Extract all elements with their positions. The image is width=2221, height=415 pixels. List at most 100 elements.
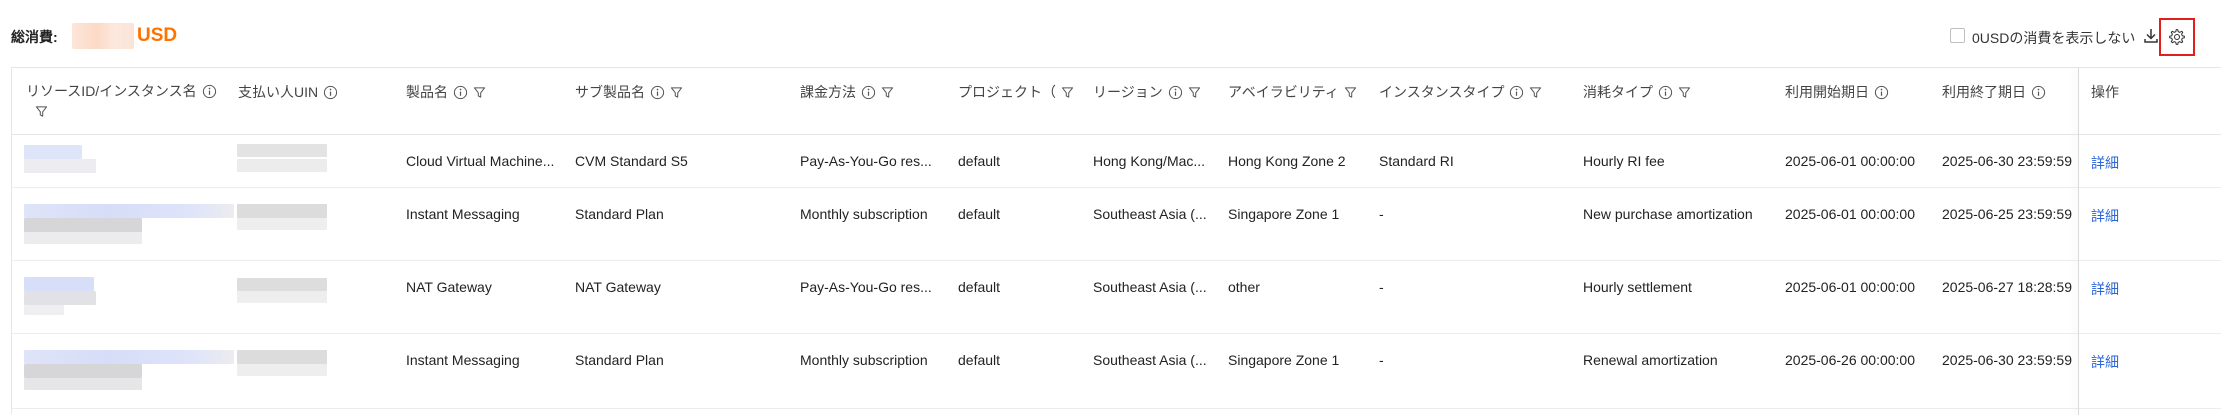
region: Hong Kong/Mac... <box>1093 153 1206 169</box>
resource-id-redacted <box>24 378 142 390</box>
info-circle-icon[interactable] <box>2031 85 2046 100</box>
filter-icon[interactable] <box>1188 86 1201 99</box>
project: default <box>958 206 1001 222</box>
info-circle-icon[interactable] <box>323 85 338 100</box>
project: default <box>958 352 1001 368</box>
sub-product-name: Standard Plan <box>575 352 664 368</box>
billing-method: Monthly subscription <box>800 352 928 368</box>
gear-icon <box>2169 29 2185 45</box>
column-settings-button[interactable] <box>2159 18 2195 56</box>
info-circle-icon[interactable] <box>861 85 876 100</box>
consumption-type: Hourly RI fee <box>1583 153 1665 169</box>
info-circle-icon[interactable] <box>453 85 468 100</box>
column-label: 製品名 <box>406 84 448 100</box>
resource-id-redacted <box>24 232 142 244</box>
filter-icon[interactable] <box>1678 86 1691 99</box>
start-date: 2025-06-01 00:00:00 <box>1785 206 1915 222</box>
column-header-consumption-type: 消耗タイプ <box>1583 82 1691 102</box>
column-label: リージョン <box>1093 84 1163 100</box>
column-header-product: 製品名 <box>406 82 486 102</box>
billing-details-table: リソースID/インスタンス名 支払い人UIN 製品名 サブ製品名 課金方法 プロ… <box>11 67 2221 415</box>
info-circle-icon[interactable] <box>650 85 665 100</box>
payer-uin-redacted <box>237 204 327 218</box>
product-name: Instant Messaging <box>406 352 520 368</box>
instance-type: - <box>1379 279 1384 295</box>
end-date: 2025-06-27 18:28:59 <box>1942 279 2072 295</box>
consumption-type: Renewal amortization <box>1583 352 1718 368</box>
billing-method: Pay-As-You-Go res... <box>800 279 932 295</box>
sub-product-name: Standard Plan <box>575 206 664 222</box>
column-header-payer-uin: 支払い人UIN <box>238 82 338 102</box>
filter-icon[interactable] <box>1529 86 1542 99</box>
column-header-project: プロジェクト（ <box>958 82 1074 102</box>
filter-icon[interactable] <box>35 105 48 121</box>
total-cost-amount-redacted <box>72 23 134 49</box>
info-circle-icon[interactable] <box>1168 85 1183 100</box>
table-row: Instant Messaging Standard Plan Monthly … <box>12 334 2221 409</box>
resource-id-redacted <box>24 305 64 315</box>
details-link[interactable]: 詳細 <box>2091 279 2119 299</box>
availability-zone: Hong Kong Zone 2 <box>1228 153 1346 169</box>
sub-product-name: CVM Standard S5 <box>575 153 688 169</box>
column-label: アベイラビリティ <box>1228 84 1339 100</box>
availability-zone: Singapore Zone 1 <box>1228 206 1340 222</box>
hide-zero-label[interactable]: 0USDの消費を表示しない <box>1972 28 2135 48</box>
payer-uin-redacted <box>237 144 327 157</box>
column-label: 支払い人UIN <box>238 84 319 100</box>
payer-uin-redacted <box>237 278 327 291</box>
column-label: サブ製品名 <box>575 84 645 100</box>
consumption-type: New purchase amortization <box>1583 206 1753 222</box>
details-link[interactable]: 詳細 <box>2091 206 2119 226</box>
end-date: 2025-06-30 23:59:59 <box>1942 352 2072 368</box>
payer-uin-redacted <box>237 364 327 376</box>
table-row: NAT Gateway NAT Gateway Pay-As-You-Go re… <box>12 261 2221 334</box>
availability-zone: Singapore Zone 1 <box>1228 352 1340 368</box>
details-link[interactable]: 詳細 <box>2091 153 2119 173</box>
resource-id-redacted <box>24 159 96 173</box>
payer-uin-redacted <box>237 218 327 230</box>
resource-id-redacted <box>24 204 234 218</box>
start-date: 2025-06-01 00:00:00 <box>1785 153 1915 169</box>
end-date: 2025-06-25 23:59:59 <box>1942 206 2072 222</box>
column-label: 課金方法 <box>800 84 856 100</box>
total-cost-currency: USD <box>137 25 178 46</box>
billing-method: Monthly subscription <box>800 206 928 222</box>
table-header: リソースID/インスタンス名 支払い人UIN 製品名 サブ製品名 課金方法 プロ… <box>12 68 2221 135</box>
hide-zero-checkbox[interactable] <box>1950 28 1965 43</box>
filter-icon[interactable] <box>473 86 486 99</box>
column-label: 操作 <box>2091 84 2119 100</box>
column-header-instance-type: インスタンスタイプ <box>1379 82 1542 102</box>
sub-product-name: NAT Gateway <box>575 279 661 295</box>
payer-uin-redacted <box>237 159 327 172</box>
column-header-sub-product: サブ製品名 <box>575 82 683 102</box>
billing-method: Pay-As-You-Go res... <box>800 153 932 169</box>
details-link[interactable]: 詳細 <box>2091 352 2119 372</box>
column-header-availability-zone: アベイラビリティ <box>1228 82 1357 102</box>
resource-id-redacted <box>24 218 142 232</box>
instance-type: - <box>1379 206 1384 222</box>
filter-icon[interactable] <box>1061 86 1074 99</box>
column-header-end-date: 利用終了期日 <box>1942 82 2046 102</box>
column-header-start-date: 利用開始期日 <box>1785 82 1889 102</box>
table-row: Instant Messaging Standard Plan Monthly … <box>12 188 2221 261</box>
payer-uin-redacted <box>237 291 327 303</box>
resource-id-redacted <box>24 145 82 159</box>
project: default <box>958 279 1001 295</box>
column-label: 利用開始期日 <box>1785 84 1869 100</box>
filter-icon[interactable] <box>881 86 894 99</box>
product-name: Cloud Virtual Machine... <box>406 153 555 169</box>
column-label: リソースID/インスタンス名 <box>26 83 197 99</box>
info-circle-icon[interactable] <box>202 84 217 99</box>
start-date: 2025-06-01 00:00:00 <box>1785 279 1915 295</box>
filter-icon[interactable] <box>1344 86 1357 99</box>
info-circle-icon[interactable] <box>1658 85 1673 100</box>
resource-id-redacted <box>24 364 142 378</box>
download-icon[interactable] <box>2141 26 2161 46</box>
region: Southeast Asia (... <box>1093 206 1207 222</box>
region: Southeast Asia (... <box>1093 352 1207 368</box>
column-label: 利用終了期日 <box>1942 84 2026 100</box>
info-circle-icon[interactable] <box>1874 85 1889 100</box>
filter-icon[interactable] <box>670 86 683 99</box>
info-circle-icon[interactable] <box>1509 85 1524 100</box>
start-date: 2025-06-26 00:00:00 <box>1785 352 1915 368</box>
